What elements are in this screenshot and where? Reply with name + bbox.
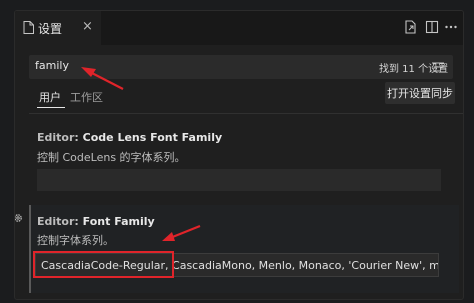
setting-category: Editor:	[37, 215, 79, 228]
settings-sync-button[interactable]: 打开设置同步	[385, 82, 455, 104]
more-actions-icon[interactable]	[444, 20, 458, 34]
active-tab-indicator	[37, 107, 65, 108]
tab-label: 设置	[38, 22, 63, 36]
setting-name: Font Family	[82, 215, 155, 228]
font-family-input[interactable]	[35, 253, 439, 277]
setting-description: 控制字体系列。	[37, 234, 114, 247]
setting-description: 控制 CodeLens 的字体系列。	[37, 151, 186, 164]
editor-tab-bar: 设置 ×	[15, 11, 463, 45]
tab-workspace[interactable]: 工作区	[70, 89, 103, 105]
gear-icon[interactable]	[14, 213, 23, 223]
setting-title-codelens: Editor: Code Lens Font Family	[37, 131, 222, 144]
open-json-icon[interactable]	[404, 20, 418, 34]
search-input[interactable]	[35, 59, 235, 72]
tab-settings[interactable]: 设置 ×	[15, 11, 101, 45]
filter-icon[interactable]	[432, 61, 444, 73]
settings-search[interactable]: 找到 11 个设置	[29, 55, 453, 79]
split-editor-icon[interactable]	[425, 20, 439, 34]
setting-title-font-family: Editor: Font Family	[37, 215, 155, 228]
setting-name: Code Lens Font Family	[82, 131, 223, 144]
tab-user[interactable]: 用户	[39, 89, 61, 105]
codelens-font-family-input[interactable]	[37, 169, 441, 191]
settings-window: 设置 × 找到 11 个设置 用户 工作区 打开设置同步 Editor:	[14, 10, 464, 300]
divider	[29, 113, 463, 114]
setting-category: Editor:	[37, 131, 79, 144]
settings-file-icon	[23, 21, 34, 34]
close-icon[interactable]: ×	[82, 19, 93, 35]
